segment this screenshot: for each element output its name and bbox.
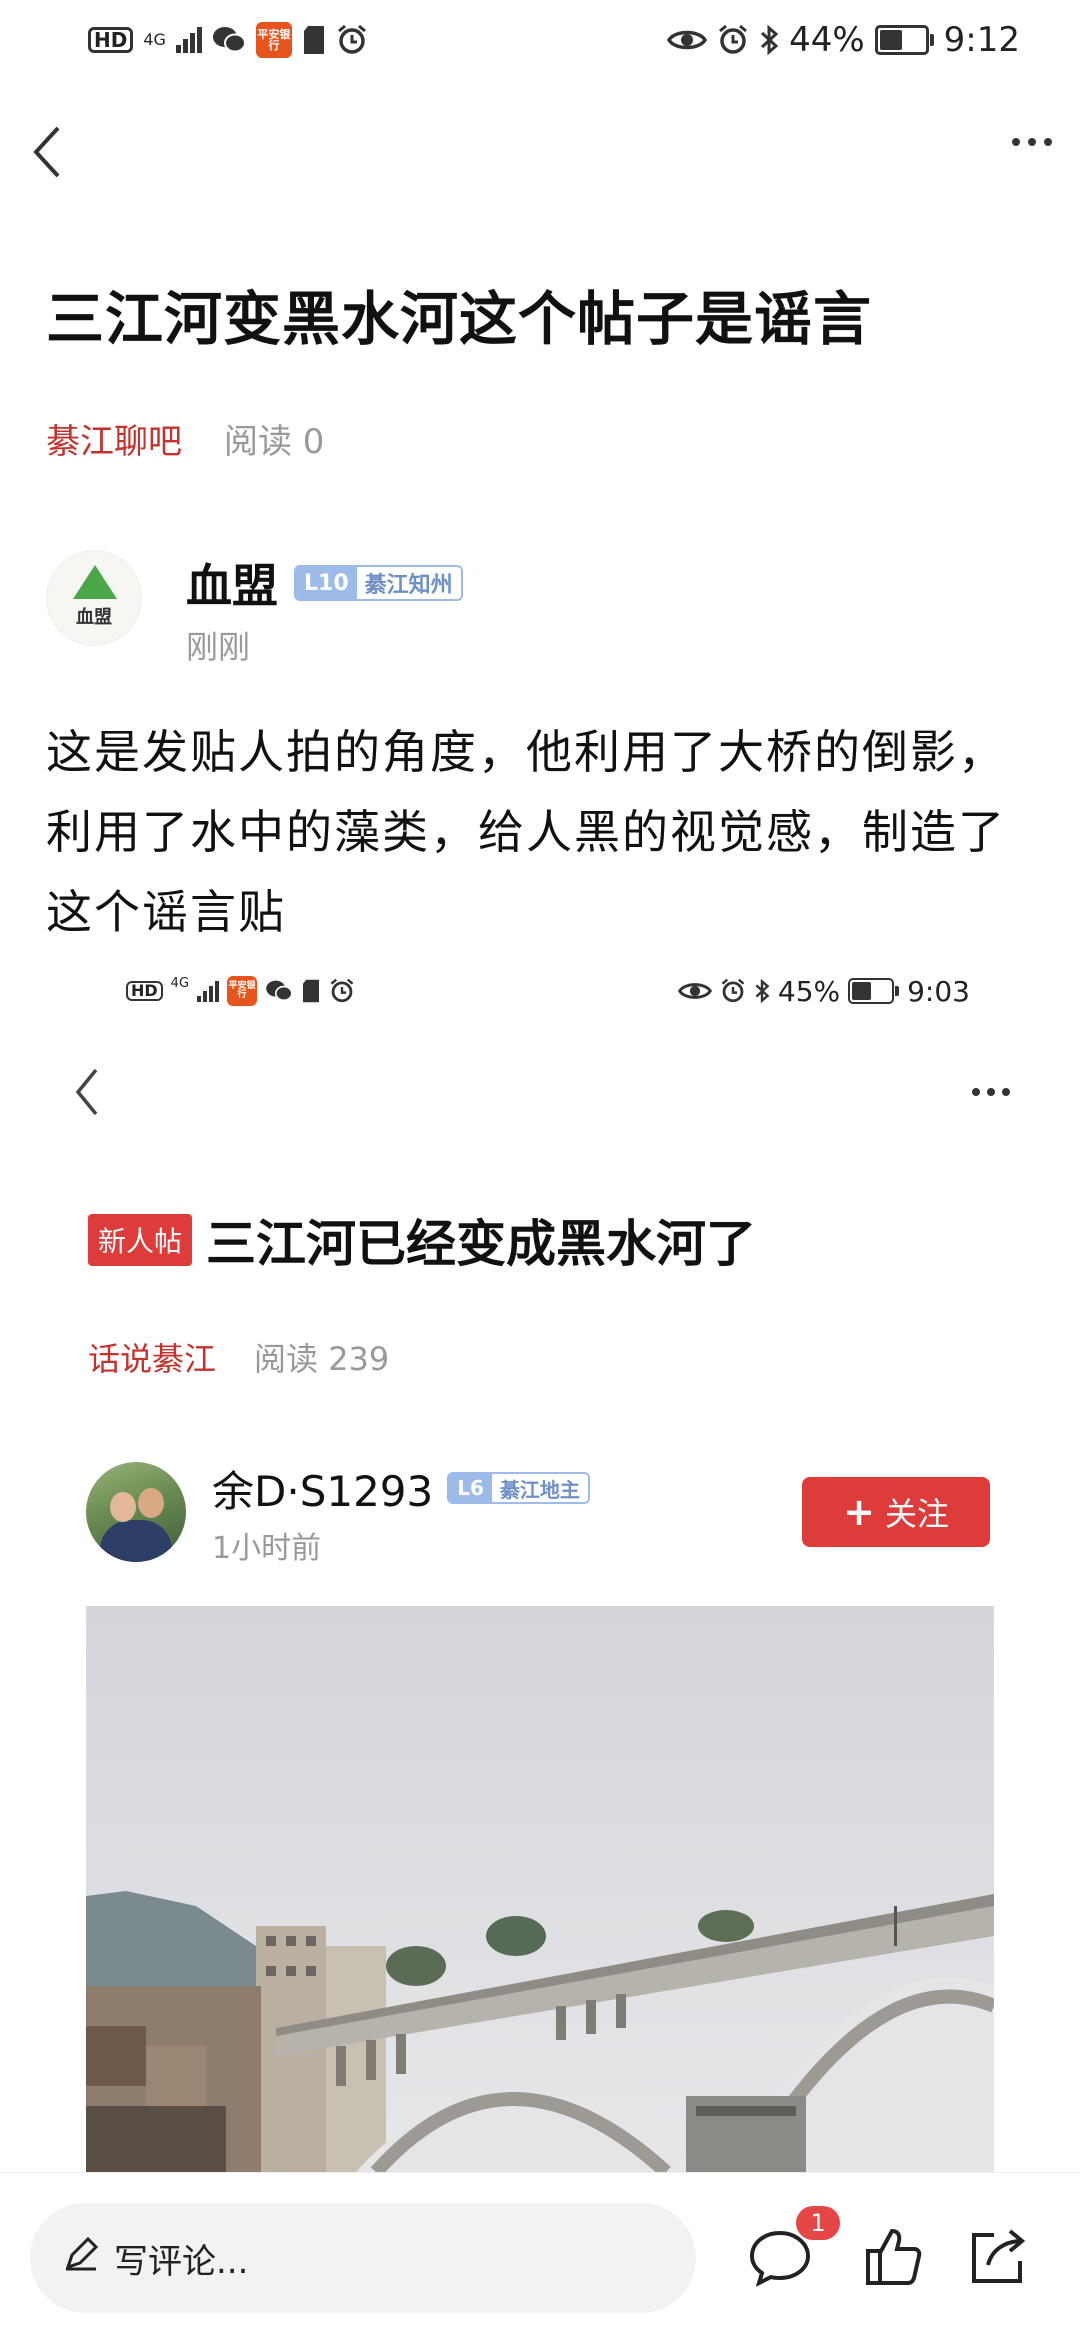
bank-app-icon: 平安银行	[227, 976, 258, 1006]
author-name-row: 血盟 L10 綦江知州	[186, 550, 463, 616]
author-name[interactable]: 余D·S1293	[212, 1458, 433, 1519]
author-info: 余D·S1293 L6 綦江地主 1小时前	[212, 1458, 590, 1567]
embedded-status-bar: HD 4G 平安银行 45% 9:03	[0, 968, 1080, 1014]
wechat-icon	[265, 979, 293, 1003]
avatar[interactable]	[86, 1462, 186, 1562]
author-name-row: 余D·S1293 L6 綦江地主	[212, 1458, 590, 1519]
forum-link[interactable]: 綦江聊吧	[46, 414, 182, 463]
level-number: L6	[449, 1474, 492, 1502]
back-icon[interactable]	[28, 122, 68, 182]
wechat-icon	[212, 25, 246, 55]
bank-app-icon: 平安银行	[255, 22, 292, 58]
newbie-tag: 新人帖	[88, 1214, 193, 1266]
author-name[interactable]: 血盟	[186, 550, 278, 616]
sd-card-icon	[302, 25, 326, 55]
battery-percent: 44%	[789, 20, 865, 60]
embedded-post-meta: 话说綦江 阅读 239	[88, 1334, 389, 1380]
plus-icon: +	[843, 1490, 875, 1534]
alarm-icon	[717, 24, 749, 56]
post-meta: 綦江聊吧 阅读 0	[46, 414, 324, 463]
embedded-nav	[0, 1060, 1080, 1130]
bluetooth-icon	[759, 24, 779, 56]
author-row: 血盟 血盟 L10 綦江知州 刚刚	[46, 550, 463, 666]
post-time: 刚刚	[186, 628, 251, 666]
embedded-post-title: 三江河已经变成黑水河了	[206, 1215, 757, 1273]
alarm-icon	[329, 978, 355, 1004]
author-info: 血盟 L10 綦江知州 刚刚	[186, 550, 463, 668]
level-title: 綦江地主	[491, 1474, 588, 1502]
post-title: 三江河变黑水河这个帖子是谣言	[46, 285, 873, 353]
embedded-author-row: 余D·S1293 L6 綦江地主 1小时前 + 关注	[86, 1462, 990, 1566]
pen-icon	[64, 2236, 99, 2280]
battery-icon	[874, 25, 934, 55]
read-count: 阅读 0	[224, 422, 325, 462]
avatar-figure	[138, 1488, 164, 1518]
bluetooth-icon	[754, 978, 770, 1004]
follow-button[interactable]: + 关注	[802, 1477, 990, 1547]
battery-percent: 45%	[777, 974, 841, 1008]
eye-icon	[677, 979, 712, 1003]
comment-input[interactable]: 写评论...	[30, 2203, 696, 2313]
logo-triangle	[73, 565, 117, 599]
more-icon[interactable]	[1012, 138, 1052, 146]
level-badge: L6 綦江地主	[447, 1472, 590, 1504]
post-body: 这是发贴人拍的角度，他利用了大桥的倒影，利用了水中的藻类，给人黑的视觉感，制造了…	[46, 725, 1006, 939]
level-badge: L10 綦江知州	[294, 565, 463, 601]
bottom-bar: 写评论...	[0, 2172, 1080, 2340]
battery-icon	[848, 978, 900, 1004]
signal-bars-icon	[175, 27, 202, 53]
back-icon[interactable]	[70, 1064, 104, 1120]
eye-icon	[667, 26, 708, 54]
comment-count-badge: 1	[796, 2206, 840, 2240]
signal-bars-icon	[197, 980, 220, 1002]
alarm-icon	[336, 24, 368, 56]
follow-label: 关注	[884, 1495, 949, 1533]
avatar-figure	[110, 1492, 136, 1522]
bridge-photo	[86, 1606, 994, 2172]
share-icon[interactable]	[966, 2225, 1030, 2289]
post-time: 1小时前	[212, 1530, 322, 1566]
post-photo[interactable]	[86, 1606, 994, 2172]
clock: 9:12	[943, 20, 1020, 60]
network-type: 4G	[170, 976, 190, 991]
clock: 9:03	[907, 974, 970, 1008]
forum-link[interactable]: 话说綦江	[88, 1334, 216, 1380]
level-title: 綦江知州	[356, 567, 461, 599]
top-nav	[0, 110, 1080, 190]
embedded-title-row: 新人帖 三江河已经变成黑水河了	[88, 1204, 756, 1276]
status-bar: HD 4G 平安银行 44% 9:12	[0, 12, 1080, 68]
level-number: L10	[296, 567, 357, 599]
avatar-figure	[100, 1520, 172, 1562]
more-icon[interactable]	[972, 1088, 1010, 1096]
avatar-text: 血盟	[76, 607, 112, 628]
hd-icon: HD	[126, 981, 163, 1001]
avatar[interactable]: 血盟	[46, 550, 142, 646]
alarm-icon	[720, 978, 746, 1004]
sd-card-icon	[301, 979, 321, 1003]
comment-placeholder: 写评论...	[114, 2241, 249, 2282]
network-type: 4G	[143, 30, 166, 49]
like-icon[interactable]	[862, 2225, 926, 2289]
hd-icon: HD	[88, 27, 134, 53]
read-count: 阅读 239	[254, 1340, 390, 1378]
signal-icon: 4G	[143, 32, 166, 48]
